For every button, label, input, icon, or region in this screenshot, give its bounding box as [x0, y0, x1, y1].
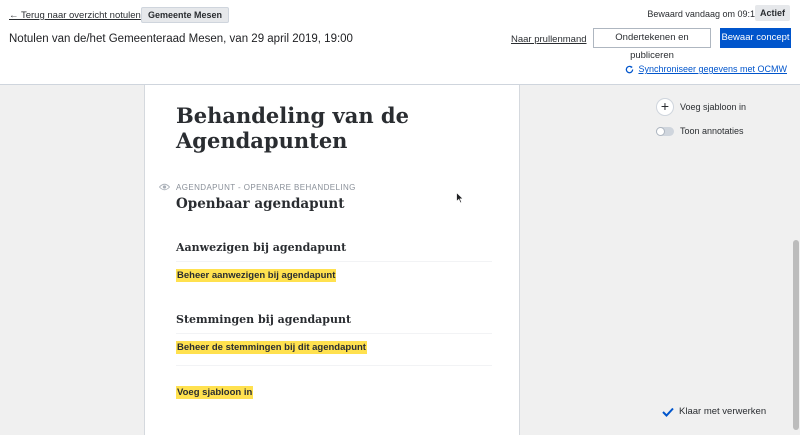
insert-template-action[interactable]: Voeg sjabloon in: [176, 386, 254, 399]
manage-votes-action[interactable]: Beheer de stemmingen bij dit agendapunt: [176, 341, 367, 354]
add-template-button[interactable]: +: [656, 98, 674, 116]
votes-heading: Stemmingen bij agendapunt: [176, 313, 352, 326]
checkmark-icon: [662, 407, 674, 417]
divider: [176, 365, 492, 366]
agenda-section-label: AGENDAPUNT - OPENBARE BEHANDELING: [176, 183, 356, 192]
annotations-label: Toon annotaties: [680, 126, 744, 136]
mouse-cursor-icon: [456, 192, 464, 204]
municipality-tag: Gemeente Mesen: [141, 7, 230, 23]
refresh-icon: [626, 65, 634, 73]
attendees-heading: Aanwezigen bij agendapunt: [176, 241, 347, 254]
manage-attendees-action[interactable]: Beheer aanwezigen bij agendapunt: [176, 269, 337, 282]
done-processing-button[interactable]: Klaar met verwerken: [662, 406, 766, 417]
status-badge: Actief: [754, 5, 790, 21]
scrollbar-thumb[interactable]: [793, 240, 799, 430]
document-heading: Behandeling van de Agendapunten: [176, 103, 409, 153]
divider: [176, 261, 492, 262]
back-to-overview-link[interactable]: ← Terug naar overzicht notulen: [9, 10, 141, 21]
saved-status: Bewaard vandaag om 09:13: [647, 9, 760, 19]
annotations-toggle[interactable]: [656, 127, 674, 136]
sync-link-label: Synchroniseer gegevens met OCMW: [638, 64, 787, 74]
eye-icon[interactable]: [159, 183, 170, 191]
divider: [176, 333, 492, 334]
agenda-item-title: Openbaar agendapunt: [176, 196, 345, 212]
add-template-label[interactable]: Voeg sjabloon in: [680, 102, 746, 112]
done-processing-label: Klaar met verwerken: [679, 406, 767, 417]
sign-publish-button[interactable]: Ondertekenen en publiceren: [593, 28, 711, 61]
document-page: Behandeling van de Agendapunten AGENDAPU…: [144, 85, 520, 435]
top-header: ← Terug naar overzicht notulen Gemeente …: [0, 0, 800, 85]
sync-ocmw-link[interactable]: Synchroniseer gegevens met OCMW: [625, 64, 787, 74]
trash-link[interactable]: Naar prullenmand: [511, 34, 587, 45]
save-draft-button[interactable]: Bewaar concept: [720, 28, 791, 48]
document-title: Notulen van de/het Gemeenteraad Mesen, v…: [9, 33, 353, 45]
